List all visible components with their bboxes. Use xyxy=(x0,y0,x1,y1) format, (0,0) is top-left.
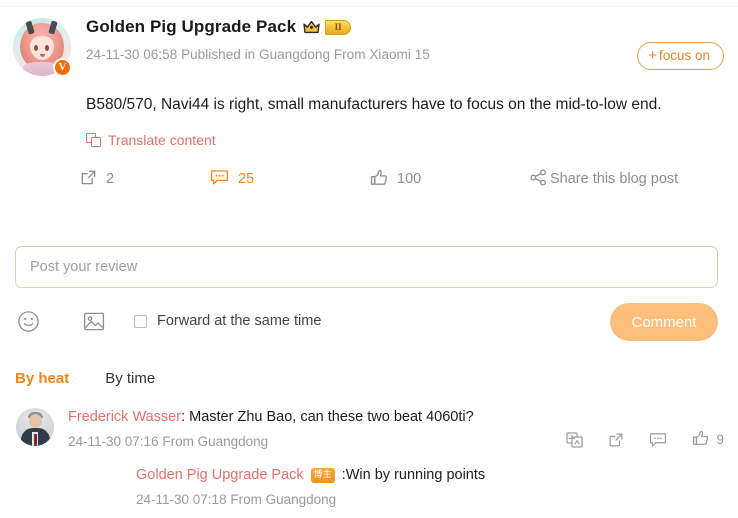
review-toolbar: Forward at the same time Comment xyxy=(15,303,718,343)
comment-body: Master Zhu Bao, can these two beat 4060t… xyxy=(189,409,474,425)
forward-label: Forward at the same time xyxy=(157,313,322,329)
reply-author-name[interactable]: Golden Pig Upgrade Pack xyxy=(136,465,304,485)
thumbs-up-icon xyxy=(370,169,388,190)
repost-action[interactable]: 2 xyxy=(80,169,210,190)
author-name[interactable]: Golden Pig Upgrade Pack xyxy=(86,17,296,37)
reply-text-line: Golden Pig Upgrade Pack 博主 : Win by runn… xyxy=(136,465,724,485)
author-name-row: Golden Pig Upgrade Pack II xyxy=(86,14,738,40)
comment-repost-icon[interactable] xyxy=(608,432,624,448)
comment-text-line: Frederick Wasser: Master Zhu Bao, can th… xyxy=(68,406,724,427)
share-nodes-icon xyxy=(530,168,548,190)
emoji-icon[interactable] xyxy=(17,310,40,338)
translate-label: Translate content xyxy=(108,132,216,148)
like-count: 100 xyxy=(397,171,422,187)
image-upload-icon[interactable] xyxy=(83,311,105,337)
plus-icon: + xyxy=(648,47,657,64)
commenter-avatar[interactable] xyxy=(16,408,54,446)
follow-button-label: focus on xyxy=(658,47,710,63)
comment-icon xyxy=(210,169,229,190)
blogger-badge: 博主 xyxy=(310,467,335,483)
submit-comment-button[interactable]: Comment xyxy=(610,303,718,341)
avatar-eye-left xyxy=(34,45,38,51)
post-action-bar: 2 25 100 Share this blog post xyxy=(0,166,738,192)
review-input[interactable] xyxy=(30,259,703,275)
top-divider xyxy=(0,6,738,7)
comment-reply-icon[interactable] xyxy=(649,432,667,448)
review-input-container[interactable] xyxy=(15,246,718,288)
comment-item: Frederick Wasser: Master Zhu Bao, can th… xyxy=(0,406,738,507)
forward-checkbox-row[interactable]: Forward at the same time xyxy=(134,313,321,329)
comment-thumbs-up-icon xyxy=(692,430,709,449)
share-blog-post-label: Share this blog post xyxy=(550,171,679,187)
comment-like-count: 9 xyxy=(716,432,724,447)
avatar-eye-right xyxy=(45,45,49,51)
commenter-name[interactable]: Frederick Wasser xyxy=(68,409,181,425)
forward-checkbox[interactable] xyxy=(134,314,147,328)
reply-timestamp: 24-11-30 07:18 From Guangdong xyxy=(136,492,337,507)
like-action[interactable]: 100 xyxy=(370,169,530,190)
translate-icon xyxy=(86,133,101,147)
follow-button[interactable]: + focus on xyxy=(637,42,724,70)
crown-icon xyxy=(303,20,320,34)
comment-like-action[interactable]: 9 xyxy=(692,430,724,449)
tab-by-heat[interactable]: By heat xyxy=(15,370,69,387)
author-avatar[interactable]: V xyxy=(13,18,72,77)
reply-body: Win by running points xyxy=(345,467,486,483)
comment-action-icons: 9 xyxy=(566,430,724,449)
repost-icon xyxy=(80,169,97,190)
post-header: V Golden Pig Upgrade Pack II 24-11-30 06… xyxy=(0,14,738,77)
comment-separator: : xyxy=(181,409,190,425)
comment-list: Frederick Wasser: Master Zhu Bao, can th… xyxy=(0,406,738,507)
verified-badge-icon: V xyxy=(53,58,72,77)
comment-reply-item: Golden Pig Upgrade Pack 博主 : Win by runn… xyxy=(68,465,724,507)
translate-content-link[interactable]: Translate content xyxy=(0,132,216,148)
comment-sort-tabs: By heat By time xyxy=(15,370,155,387)
post-body-text: B580/570, Navi44 is right, small manufac… xyxy=(86,96,662,113)
comment-count: 25 xyxy=(238,171,255,187)
comment-translate-icon[interactable] xyxy=(566,431,584,448)
repost-count: 2 xyxy=(106,171,115,187)
post-container: V Golden Pig Upgrade Pack II 24-11-30 06… xyxy=(0,14,738,192)
comment-action[interactable]: 25 xyxy=(210,169,370,190)
share-blog-post-action[interactable]: Share this blog post xyxy=(530,168,679,190)
weibo-post-page: V Golden Pig Upgrade Pack II 24-11-30 06… xyxy=(0,0,738,518)
author-level-badge: II xyxy=(325,19,352,35)
tab-by-time[interactable]: By time xyxy=(105,370,155,387)
